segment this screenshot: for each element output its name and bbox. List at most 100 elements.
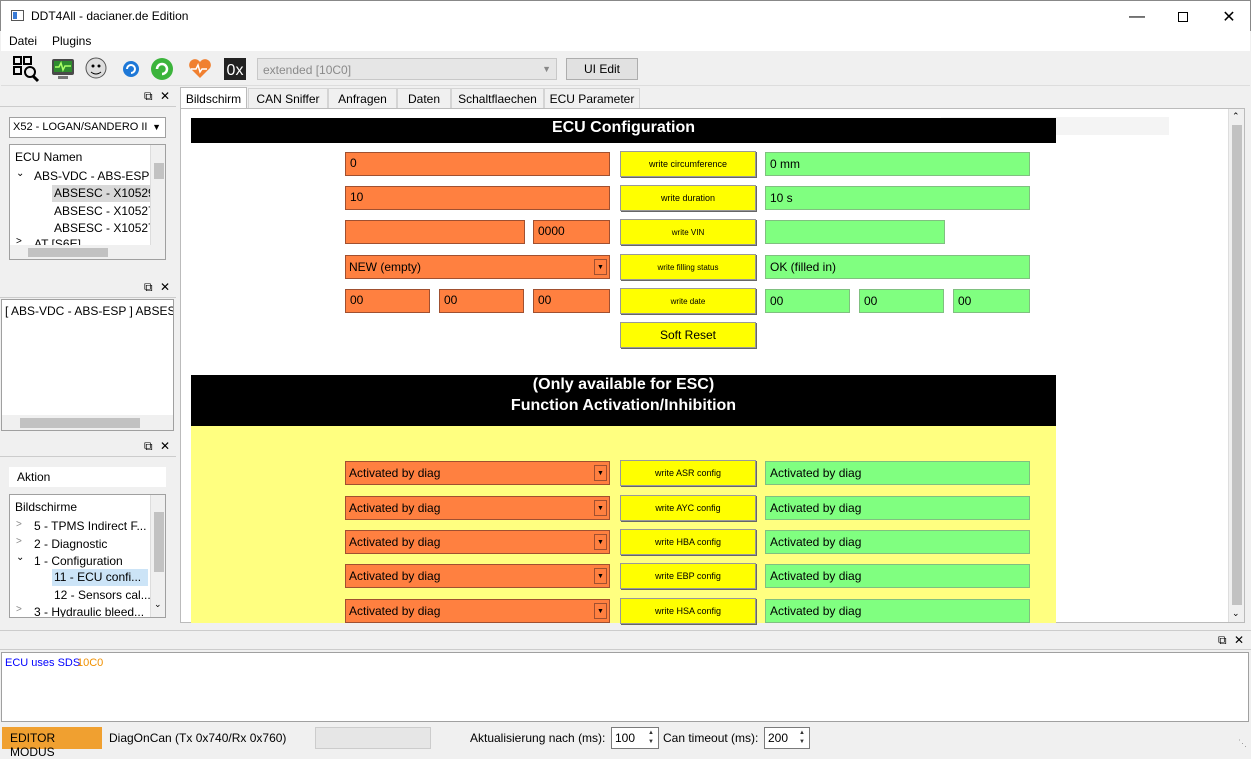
ebp-config-combo[interactable]: Activated by diag ▼ [345, 564, 610, 588]
ecu-list-hscrollbar[interactable] [2, 415, 173, 430]
chevron-down-icon[interactable]: ⌄ [16, 552, 24, 563]
chevron-right-icon[interactable]: > [16, 604, 22, 615]
scroll-thumb[interactable] [154, 512, 164, 572]
hsa-config-combo[interactable]: Activated by diag ▼ [345, 599, 610, 623]
write-circumference-button[interactable]: write circumference [620, 151, 756, 177]
screens-tree-item[interactable]: 2 - Diagnostic [34, 537, 107, 551]
soft-reset-button[interactable]: Soft Reset [620, 322, 756, 348]
chevron-right-icon[interactable]: > [16, 519, 22, 530]
person-icon[interactable] [83, 55, 109, 81]
ecu-tree[interactable]: ECU Namen ⌄ ABS-VDC - ABS-ESP [ ABSESC -… [9, 144, 166, 260]
close-button[interactable]: ✕ [1206, 1, 1251, 32]
write-ayc-config-button[interactable]: write AYC config [620, 495, 756, 521]
tab-schaltflaechen[interactable]: Schaltflaechen [451, 88, 544, 109]
write-filling-status-button[interactable]: write filling status [620, 254, 756, 280]
tab-anfragen[interactable]: Anfragen [328, 88, 397, 109]
dock-close-icon[interactable]: ✕ [160, 280, 170, 294]
screens-tree[interactable]: Bildschirme > 5 - TPMS Indirect F... > 2… [9, 494, 166, 618]
reload-icon[interactable] [149, 55, 175, 81]
filling-status-combo[interactable]: NEW (empty) ▼ [345, 255, 610, 279]
refresh-spinbox[interactable]: 100 ▲ ▼ [611, 727, 659, 749]
date-input-1[interactable]: 00 [345, 289, 430, 313]
menu-datei[interactable]: Datei [9, 34, 37, 48]
screens-tree-item[interactable]: 1 - Configuration [34, 554, 123, 568]
log-panel[interactable]: ECU uses SDS 10C0 [1, 652, 1249, 722]
chevron-down-icon[interactable]: ⌄ [1232, 608, 1240, 619]
mode-combo-value: extended [10C0] [263, 63, 352, 77]
mode-combo[interactable]: extended [10C0] ▼ [257, 58, 557, 80]
scroll-thumb[interactable] [1232, 125, 1242, 605]
date-value-2: 00 [859, 289, 944, 313]
ecu-tree-header: ECU Namen [15, 150, 83, 164]
ui-edit-button[interactable]: UI Edit [566, 58, 638, 80]
tab-can-sniffer[interactable]: CAN Sniffer [248, 88, 328, 109]
ecu-tree-item[interactable]: ABS-VDC - ABS-ESP [ [34, 169, 156, 183]
chevron-down-icon[interactable]: ⌄ [16, 168, 24, 179]
hba-config-combo[interactable]: Activated by diag ▼ [345, 530, 610, 554]
write-ebp-config-button[interactable]: write EBP config [620, 563, 756, 589]
scroll-thumb[interactable] [28, 248, 108, 257]
monitor-icon[interactable] [50, 55, 76, 81]
screens-tree-item[interactable]: 3 - Hydraulic bleed... [34, 605, 144, 617]
maximize-button[interactable] [1160, 1, 1206, 32]
heart-icon[interactable] [187, 55, 213, 81]
write-hba-config-button[interactable]: write HBA config [620, 529, 756, 555]
ecu-list-item[interactable]: [ ABS-VDC - ABS-ESP ] ABSESC [5, 304, 173, 318]
dock-close-icon[interactable]: ✕ [160, 89, 170, 103]
screens-tree-item[interactable]: 12 - Sensors cal... [54, 588, 151, 602]
undock-icon[interactable]: ⧉ [144, 89, 153, 104]
asr-config-combo[interactable]: Activated by diag ▼ [345, 461, 610, 485]
write-asr-config-button[interactable]: write ASR config [620, 460, 756, 486]
vin-input-2[interactable]: 0000 [533, 220, 610, 244]
ecu-tree-hscrollbar[interactable] [10, 245, 165, 259]
write-duration-button[interactable]: write duration [620, 185, 756, 211]
write-date-button[interactable]: write date [620, 288, 756, 314]
date-value-1: 00 [765, 289, 850, 313]
timeout-spinbox[interactable]: 200 ▲ ▼ [764, 727, 810, 749]
chevron-right-icon[interactable]: > [16, 536, 22, 547]
chevron-up-icon[interactable]: ⌃ [1232, 111, 1240, 122]
spin-arrows-icon[interactable]: ▲ ▼ [645, 729, 657, 747]
vin-input[interactable] [345, 220, 525, 244]
ecu-tree-item[interactable]: ABSESC - X105279 [54, 204, 161, 218]
ayc-config-combo[interactable]: Activated by diag ▼ [345, 496, 610, 520]
screens-tree-scrollbar[interactable]: ⌄ [150, 495, 165, 617]
write-hsa-config-button[interactable]: write HSA config [620, 598, 756, 624]
filling-status-combo-value: NEW (empty) [349, 260, 421, 274]
undock-icon[interactable]: ⧉ [1218, 633, 1227, 648]
refresh-icon[interactable] [118, 55, 144, 81]
tab-daten[interactable]: Daten [397, 88, 451, 109]
ecu-tree-item[interactable]: ABSESC - X105298 [52, 185, 161, 202]
hex-icon[interactable]: 0x [224, 58, 246, 80]
scroll-thumb[interactable] [20, 418, 140, 428]
menu-plugins[interactable]: Plugins [52, 34, 91, 48]
ecu-tree-scrollbar[interactable] [150, 145, 165, 245]
tab-bildschirm[interactable]: Bildschirm [180, 87, 247, 109]
date-input-2[interactable]: 00 [439, 289, 524, 313]
dock-close-icon[interactable]: ✕ [160, 439, 170, 453]
duration-input[interactable]: 10 [345, 186, 610, 210]
circumference-input[interactable]: 0 [345, 152, 610, 176]
vehicle-combo[interactable]: X52 - LOGAN/SANDERO II ▼ [9, 117, 166, 138]
date-input-3[interactable]: 00 [533, 289, 610, 313]
scroll-thumb[interactable] [154, 163, 164, 179]
screens-tree-item[interactable]: 5 - TPMS Indirect F... [34, 519, 146, 533]
ebp-config-combo-value: Activated by diag [349, 569, 441, 583]
tab-ecu-parameter[interactable]: ECU Parameter [544, 88, 640, 109]
spin-arrows-icon[interactable]: ▲ ▼ [796, 729, 808, 747]
undock-icon[interactable]: ⧉ [144, 439, 153, 454]
undock-icon[interactable]: ⧉ [144, 280, 153, 295]
asr-config-combo-value: Activated by diag [349, 466, 441, 480]
minimize-button[interactable]: — [1114, 1, 1160, 32]
ecu-tree-item[interactable]: ABSESC - X105279 [54, 221, 161, 235]
dock-close-icon[interactable]: ✕ [1234, 633, 1244, 647]
section-title-function: Function Activation/Inhibition [510, 397, 737, 414]
resize-grip-icon[interactable]: ⋱ [1238, 738, 1247, 749]
screens-tree-item-selected[interactable]: 11 - ECU confi... [52, 569, 148, 586]
write-vin-button[interactable]: write VIN [620, 219, 756, 245]
scan-icon[interactable] [12, 55, 40, 83]
chevron-down-icon[interactable]: ⌄ [154, 599, 162, 610]
ecu-list[interactable]: [ ABS-VDC - ABS-ESP ] ABSESC [1, 299, 174, 431]
page-scrollbar[interactable]: ⌃ ⌄ [1228, 109, 1244, 622]
ecu-tree-item[interactable]: AT [S6E] [34, 237, 81, 245]
